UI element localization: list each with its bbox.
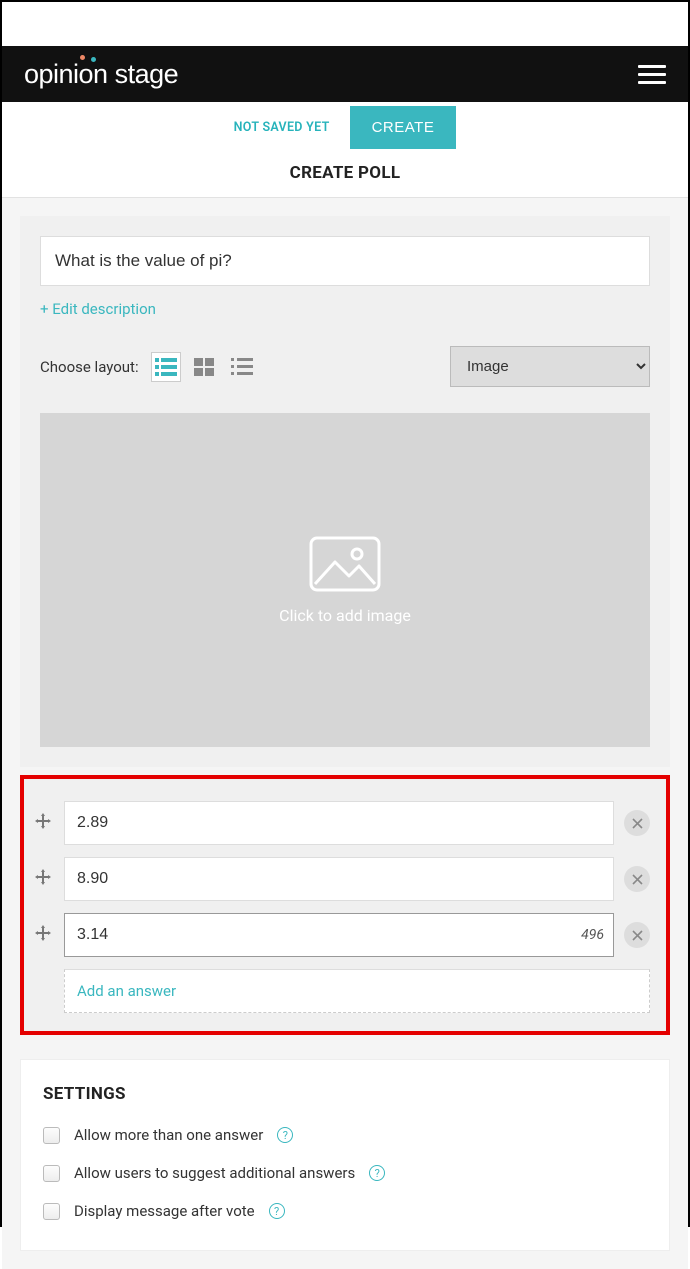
layout-row: Choose layout: Image [40, 346, 650, 387]
layout-options [151, 352, 257, 382]
setting-row: Display message after vote ? [43, 1202, 647, 1220]
menu-icon[interactable] [638, 60, 666, 89]
settings-title: SETTINGS [43, 1084, 647, 1104]
poll-question-input[interactable] [40, 236, 650, 286]
layout-label: Choose layout: [40, 358, 139, 376]
setting-label: Allow users to suggest additional answer… [74, 1164, 355, 1182]
layout-grid-icon[interactable] [189, 352, 219, 382]
remove-answer-button[interactable] [624, 922, 650, 948]
image-upload-text: Click to add image [279, 606, 411, 625]
create-button[interactable]: CREATE [350, 106, 457, 149]
page-title: CREATE POLL [2, 153, 688, 197]
close-icon [632, 818, 643, 829]
remove-answer-button[interactable] [624, 810, 650, 836]
image-upload-area[interactable]: Click to add image [40, 413, 650, 747]
drag-handle-icon[interactable] [32, 925, 54, 945]
close-icon [632, 930, 643, 941]
edit-description-link[interactable]: + Edit description [40, 300, 156, 318]
save-status: NOT SAVED YET [234, 120, 330, 135]
answer-input[interactable] [64, 913, 614, 957]
help-icon[interactable]: ? [369, 1165, 385, 1181]
settings-card: SETTINGS Allow more than one answer ? Al… [20, 1059, 670, 1251]
add-answer-row: Add an answer [64, 969, 650, 1013]
setting-checkbox[interactable] [43, 1203, 60, 1220]
setting-checkbox[interactable] [43, 1127, 60, 1144]
close-icon [632, 874, 643, 885]
answer-row: 496 [32, 913, 650, 957]
media-type-select[interactable]: Image [450, 346, 650, 387]
setting-row: Allow more than one answer ? [43, 1126, 647, 1144]
layout-list-icon[interactable] [151, 352, 181, 382]
action-bar: NOT SAVED YET CREATE [2, 102, 688, 153]
help-icon[interactable]: ? [269, 1203, 285, 1219]
drag-handle-icon[interactable] [32, 869, 54, 889]
add-answer-button[interactable]: Add an answer [64, 969, 650, 1013]
drag-handle-icon[interactable] [32, 813, 54, 833]
setting-label: Display message after vote [74, 1202, 255, 1220]
logo[interactable]: opinion stage [24, 59, 178, 90]
layout-detailed-list-icon[interactable] [227, 352, 257, 382]
poll-editor-card: + Edit description Choose layout: Image [20, 216, 670, 767]
setting-row: Allow users to suggest additional answer… [43, 1164, 647, 1182]
top-nav: opinion stage [2, 46, 688, 102]
content-area: + Edit description Choose layout: Image [2, 198, 688, 1269]
char-count: 496 [581, 927, 604, 943]
logo-dot-icon [80, 55, 85, 60]
image-placeholder-icon [309, 536, 381, 592]
logo-dot-icon [91, 57, 96, 62]
answer-row [32, 857, 650, 901]
remove-answer-button[interactable] [624, 866, 650, 892]
answer-input[interactable] [64, 801, 614, 845]
answers-block: 496 Add an answer [20, 775, 670, 1035]
setting-label: Allow more than one answer [74, 1126, 263, 1144]
help-icon[interactable]: ? [277, 1127, 293, 1143]
setting-checkbox[interactable] [43, 1165, 60, 1182]
answer-row [32, 801, 650, 845]
logo-text: opinion stage [24, 59, 178, 89]
answer-input[interactable] [64, 857, 614, 901]
